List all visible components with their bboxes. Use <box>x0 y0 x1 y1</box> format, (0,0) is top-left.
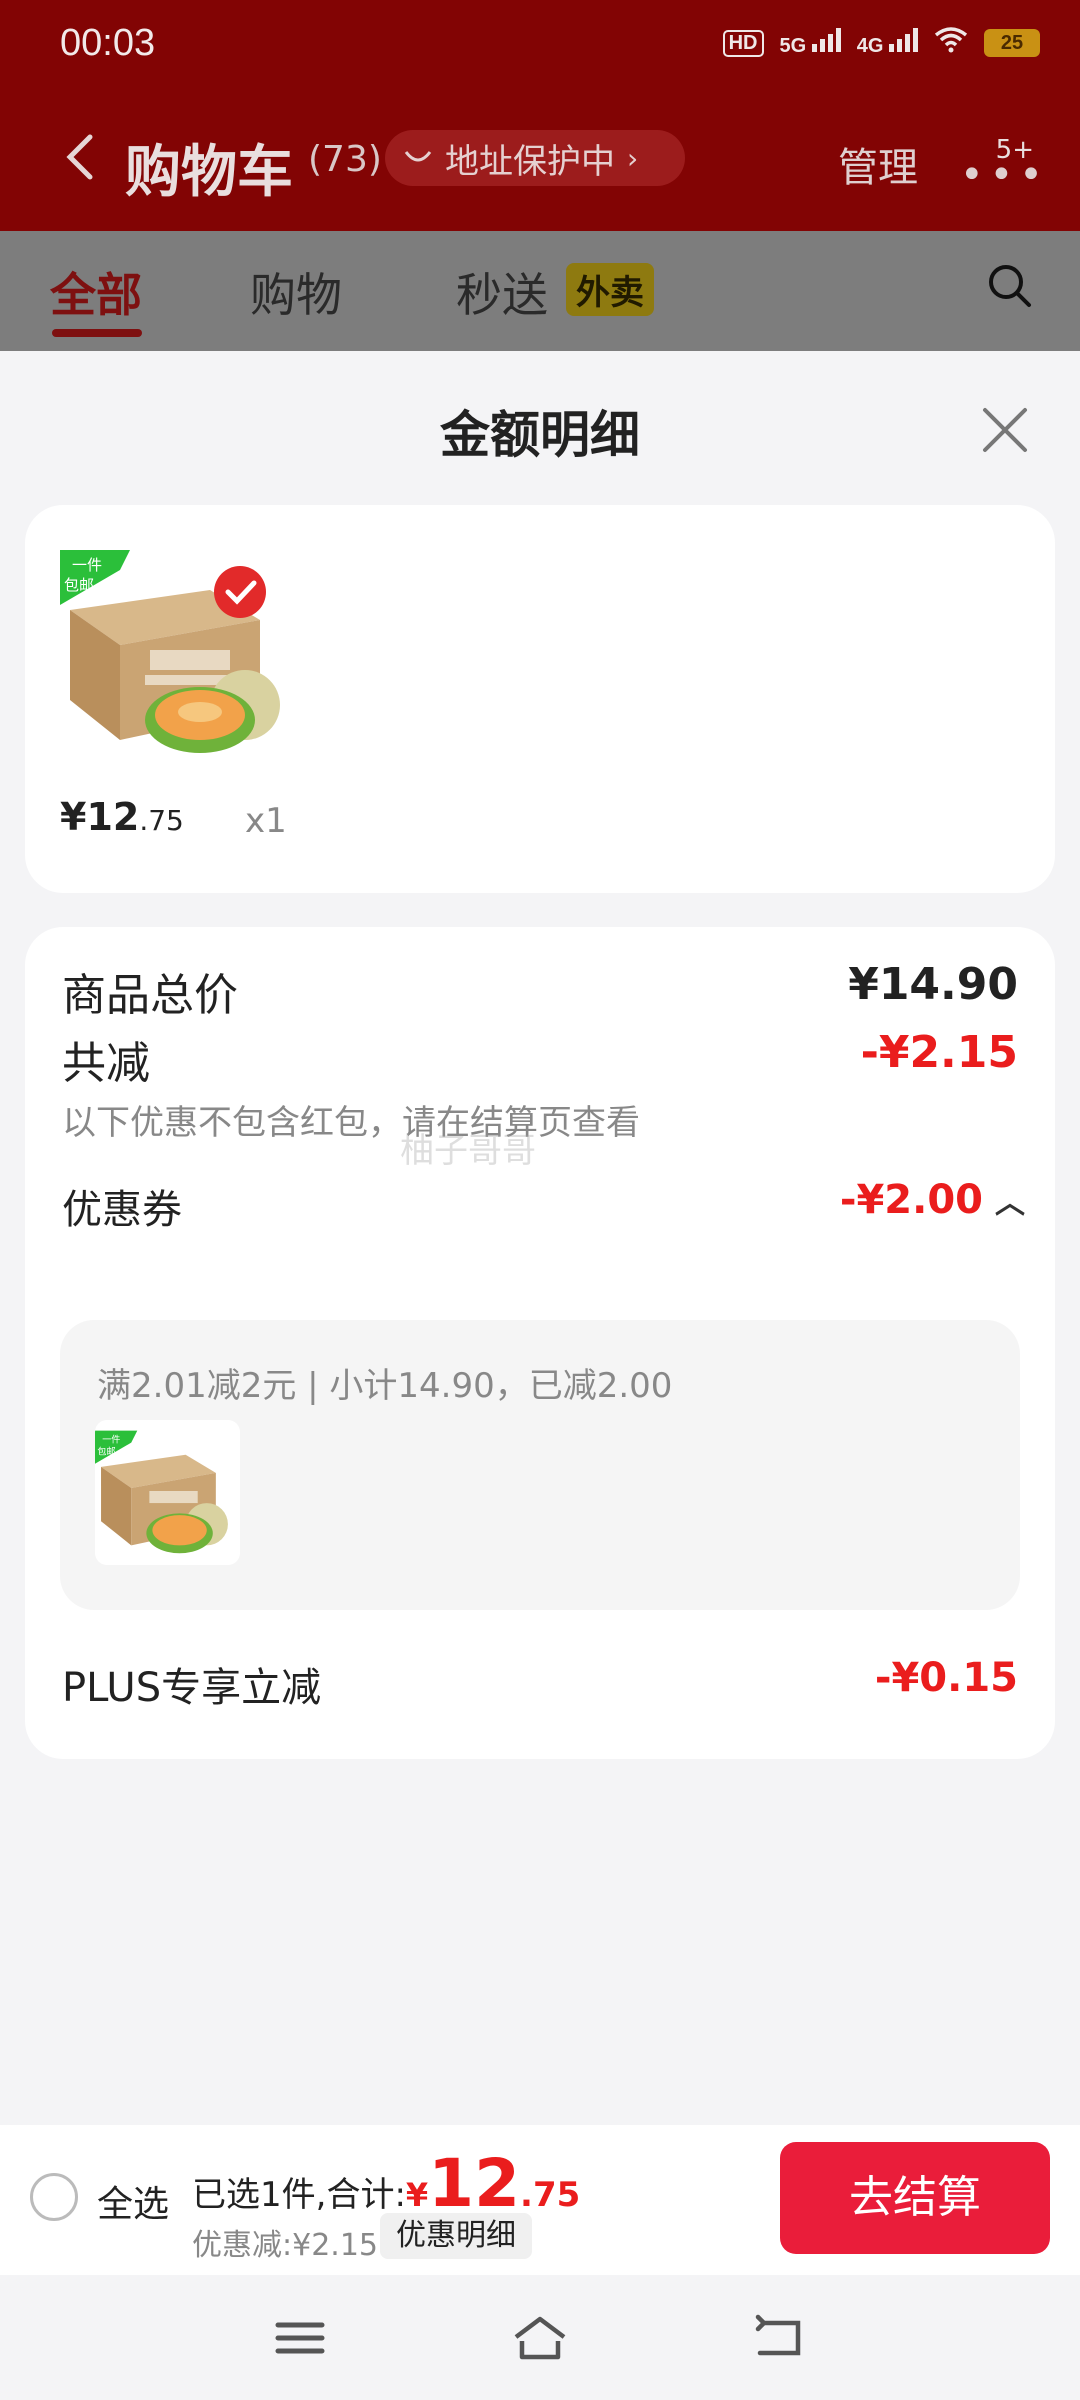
smile-icon <box>404 151 432 162</box>
coupon-detail-text: 满2.01减2元 | 小计14.90，已减2.00 <box>97 1366 673 1406</box>
chevron-up-icon: ︿ <box>995 1186 1025 1221</box>
close-icon[interactable] <box>980 405 1030 455</box>
product-price: ¥12.75 <box>60 795 184 839</box>
discount-detail-button[interactable]: 优惠明细 <box>380 2213 532 2259</box>
tab-shopping[interactable]: 购物 <box>250 259 342 325</box>
watermark: 柚子哥哥 <box>400 1131 536 1171</box>
discount-amount: 优惠减:¥2.15 <box>192 2228 378 2263</box>
checkout-button[interactable]: 去结算 <box>780 2142 1050 2254</box>
battery-icon: 25 <box>984 29 1040 57</box>
signal-4g-icon: 4G <box>857 28 918 58</box>
coupon-label: 优惠券 <box>62 1187 182 1233</box>
top-header: 00:03 HD 5G 4G 25 购物车 (73) 地址保护中 › 管理 ••… <box>0 0 1080 231</box>
total-price-label: 商品总价 <box>62 970 238 1021</box>
wifi-icon <box>934 25 968 61</box>
cart-nav: 购物车 (73) 地址保护中 › 管理 ••• 5+ <box>0 115 1080 205</box>
more-badge: 5+ <box>995 135 1034 165</box>
reduce-note: 以下优惠不包含红包，请在结算页查看 <box>62 1103 640 1143</box>
hd-icon: HD <box>722 29 764 57</box>
manage-button[interactable]: 管理 <box>838 135 918 193</box>
tab-instant[interactable]: 秒送 <box>456 259 548 325</box>
selection-summary: 已选1件,合计:¥12.75 <box>192 2145 581 2222</box>
status-bar: 00:03 HD 5G 4G 25 <box>60 18 1040 68</box>
product-quantity: x1 <box>245 801 287 841</box>
tab-all[interactable]: 全部 <box>50 259 142 325</box>
page-title: 购物车 <box>125 140 293 205</box>
system-nav-bar <box>0 2275 1080 2400</box>
product-image[interactable]: 一件 包邮 <box>60 550 300 755</box>
amount-detail-sheet: 金额明细 一件 包邮 ¥12.75 x1 商品总价 ¥14.90 共减 -¥2.… <box>0 355 1080 2125</box>
clock: 00:03 <box>60 21 156 64</box>
takeout-badge: 外卖 <box>566 263 654 316</box>
menu-icon[interactable] <box>270 2313 330 2363</box>
address-protect-pill[interactable]: 地址保护中 › <box>385 130 685 186</box>
back-nav-icon[interactable] <box>750 2313 810 2363</box>
product-card: 一件 包邮 ¥12.75 x1 <box>25 505 1055 893</box>
coupon-detail-box: 满2.01减2元 | 小计14.90，已减2.00 一件 包邮 <box>60 1320 1020 1610</box>
more-dots-icon: ••• <box>960 152 1049 198</box>
search-icon[interactable] <box>985 261 1035 311</box>
system-icons: HD 5G 4G 25 <box>722 25 1040 61</box>
select-all-label[interactable]: 全选 <box>97 2175 169 2227</box>
more-menu-button[interactable]: ••• 5+ <box>960 135 1043 195</box>
signal-5g-icon: 5G <box>780 28 841 58</box>
svg-text:包邮: 包邮 <box>97 1446 115 1458</box>
svg-text:包邮: 包邮 <box>64 576 94 594</box>
total-amount: 12 <box>428 2145 521 2222</box>
select-all-radio[interactable] <box>30 2173 78 2221</box>
svg-text:一件: 一件 <box>102 1434 120 1446</box>
price-breakdown-card: 商品总价 ¥14.90 共减 -¥2.15 以下优惠不包含红包，请在结算页查看 … <box>25 927 1055 1759</box>
plus-value: -¥0.15 <box>874 1655 1018 1701</box>
tab-active-indicator <box>52 329 142 337</box>
cart-count: (73) <box>308 139 382 180</box>
total-reduce-value: -¥2.15 <box>860 1027 1018 1078</box>
total-price-value: ¥14.90 <box>848 959 1018 1010</box>
coupon-product-thumbnail: 一件 包邮 <box>95 1420 240 1565</box>
sheet-title: 金额明细 <box>440 406 640 464</box>
address-protect-label: 地址保护中 <box>445 141 615 182</box>
checkout-bar: 全选 已选1件,合计:¥12.75 优惠减:¥2.15 优惠明细 去结算 <box>0 2125 1080 2275</box>
plus-label: PLUS专享立减 <box>62 1665 322 1711</box>
chevron-right-icon: › <box>627 141 639 175</box>
coupon-value: -¥2.00 <box>839 1177 983 1223</box>
total-reduce-label: 共减 <box>62 1038 150 1089</box>
cart-tabs: 全部 购物 秒送 外卖 <box>0 231 1080 351</box>
back-icon[interactable] <box>60 133 100 181</box>
coupon-toggle[interactable]: -¥2.00 ︿ <box>840 1177 1025 1223</box>
svg-text:一件: 一件 <box>72 556 102 574</box>
home-icon[interactable] <box>510 2313 570 2363</box>
